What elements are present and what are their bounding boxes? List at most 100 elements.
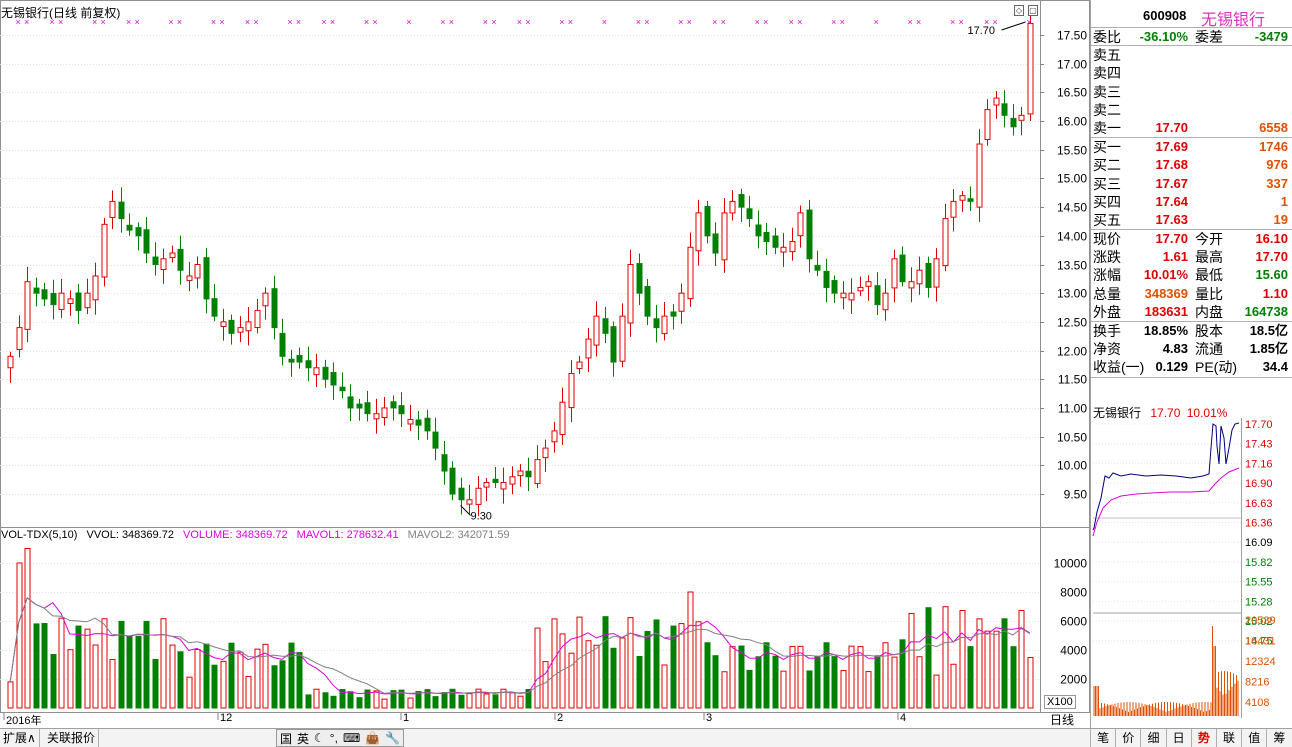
quote-label: 现价 <box>1093 231 1121 248</box>
buy-vol: 19 <box>1273 211 1288 227</box>
candle-body <box>712 233 719 254</box>
intraday-chart[interactable]: 17.70 17.43 17.16 16.90 16.63 16.36 16.09 15.82… <box>1091 418 1292 728</box>
buy-label: 买四 <box>1093 193 1121 210</box>
quote-label-2: 量比 <box>1195 285 1223 302</box>
candle-body <box>576 361 583 370</box>
fund-label-2: 流通 <box>1195 341 1223 358</box>
tab-联[interactable]: 联 <box>1215 729 1241 747</box>
sell-label: 卖四 <box>1093 65 1121 82</box>
restore-icon[interactable]: ▢ <box>1028 5 1038 16</box>
volume-bar <box>160 618 167 709</box>
ime-icon-6[interactable]: 🔧 <box>385 731 400 745</box>
signal-marker: × <box>721 17 726 27</box>
expand-tab[interactable]: 扩展∧ <box>0 729 40 747</box>
candle-body <box>390 401 397 409</box>
tab-筹[interactable]: 筹 <box>1266 729 1291 747</box>
ime-toolbar[interactable]: 国英 ☾ °, ⌨ 👜 🔧 <box>276 729 405 747</box>
volume-bar <box>806 670 813 709</box>
sell-label: 卖二 <box>1093 101 1121 118</box>
signal-marker: × <box>330 17 335 27</box>
candle-body <box>186 275 193 282</box>
candle-body <box>458 487 465 501</box>
buy-label: 买三 <box>1093 175 1121 192</box>
buy-row-2: 买二 17.68 976 <box>1091 156 1292 174</box>
candle-body <box>279 332 286 357</box>
volume-bar <box>186 676 193 709</box>
candle-body <box>602 318 609 334</box>
ime-icon-0[interactable]: 国 <box>280 730 292 747</box>
fund-row: 收益(一) 0.129 PE(动) 34.4 <box>1091 358 1292 376</box>
volume-bar <box>305 694 312 709</box>
tab-日[interactable]: 日 <box>1165 729 1191 747</box>
tab-细[interactable]: 细 <box>1140 729 1165 747</box>
candle-body <box>160 258 167 271</box>
candle-body <box>967 198 974 202</box>
signal-marker: × <box>568 17 573 27</box>
sell-label: 卖一 <box>1093 119 1121 136</box>
candle-body <box>211 298 218 317</box>
tab-价[interactable]: 价 <box>1115 729 1140 747</box>
high-pointer <box>1001 21 1026 31</box>
ime-icon-2[interactable]: ☾ <box>314 731 325 745</box>
chart-frame <box>0 0 1090 713</box>
kline-chart[interactable]: 17.50 17.00 16.50 16.00 15.50 15.00 14.50 14.00… <box>0 0 1090 730</box>
buy-price: 17.63 <box>1155 211 1188 227</box>
buy-label: 买二 <box>1093 157 1121 174</box>
candle-body <box>848 292 855 301</box>
volume-bar <box>7 681 14 709</box>
diamond-icon[interactable]: ◇ <box>1014 5 1024 16</box>
volume-bar <box>925 607 932 709</box>
candle-body <box>585 338 592 359</box>
price-tick-label: 13.50 <box>1057 259 1087 273</box>
ime-icon-1[interactable]: 英 <box>297 730 309 747</box>
fund-value: 0.129 <box>1155 359 1188 375</box>
candle-body <box>177 248 184 271</box>
volume-bar <box>381 698 388 709</box>
candle-body <box>194 264 201 279</box>
fund-value-2: 18.5亿 <box>1249 323 1288 338</box>
tab-值[interactable]: 值 <box>1241 729 1266 747</box>
candle-body <box>262 292 269 307</box>
signal-marker: × <box>874 17 879 27</box>
volume-bar <box>619 637 626 709</box>
volume-bar <box>152 658 159 709</box>
quote-row: 现价 17.70 今开 16.10 <box>1091 230 1292 248</box>
sell-price: 17.70 <box>1155 119 1188 135</box>
ime-icon-5[interactable]: 👜 <box>365 731 380 745</box>
buy-price: 17.69 <box>1155 139 1188 155</box>
volume-bar <box>58 617 65 709</box>
volume-bar <box>322 692 329 709</box>
volume-bar <box>84 628 91 709</box>
volume-bar <box>33 623 40 709</box>
signal-marker: × <box>687 17 692 27</box>
volume-bar <box>772 655 779 709</box>
candle-body <box>356 403 363 409</box>
sell-row-5: 卖五 <box>1091 46 1292 64</box>
quote-panel: 600908 无锡银行 委比 -36.10% 委差 -3479 卖五 卖四 卖三 卖二… <box>1090 0 1292 730</box>
price-tick-label: 17.50 <box>1057 29 1087 43</box>
period-label[interactable]: 日线 <box>1050 711 1074 728</box>
candle-body <box>636 263 643 294</box>
candle-body <box>220 321 227 327</box>
vol-unit: X100 <box>1044 695 1076 709</box>
volume-bar <box>135 635 142 709</box>
candle-body <box>118 201 125 220</box>
signal-marker: × <box>916 17 921 27</box>
kline-svg[interactable]: 17.50 17.00 16.50 16.00 15.50 15.00 14.50 14.00… <box>0 0 1090 730</box>
signal-marker: × <box>840 17 845 27</box>
fund-label-2: PE(动) <box>1195 359 1237 376</box>
candle-body <box>899 254 906 283</box>
candle-body <box>619 315 626 362</box>
candle-body <box>254 309 261 329</box>
candle-body <box>24 281 31 330</box>
tab-势[interactable]: 势 <box>1190 729 1216 747</box>
candle-body <box>840 292 847 299</box>
ime-icon-4[interactable]: ⌨ <box>343 731 360 745</box>
ime-icon-3[interactable]: °, <box>330 731 338 745</box>
candle-body <box>58 292 65 310</box>
buy-price: 17.67 <box>1155 175 1188 191</box>
candle-body <box>424 417 431 432</box>
tab-笔[interactable]: 笔 <box>1090 729 1115 747</box>
volume-bar <box>984 630 991 709</box>
related-quote-tab[interactable]: 关联报价 <box>44 729 100 747</box>
